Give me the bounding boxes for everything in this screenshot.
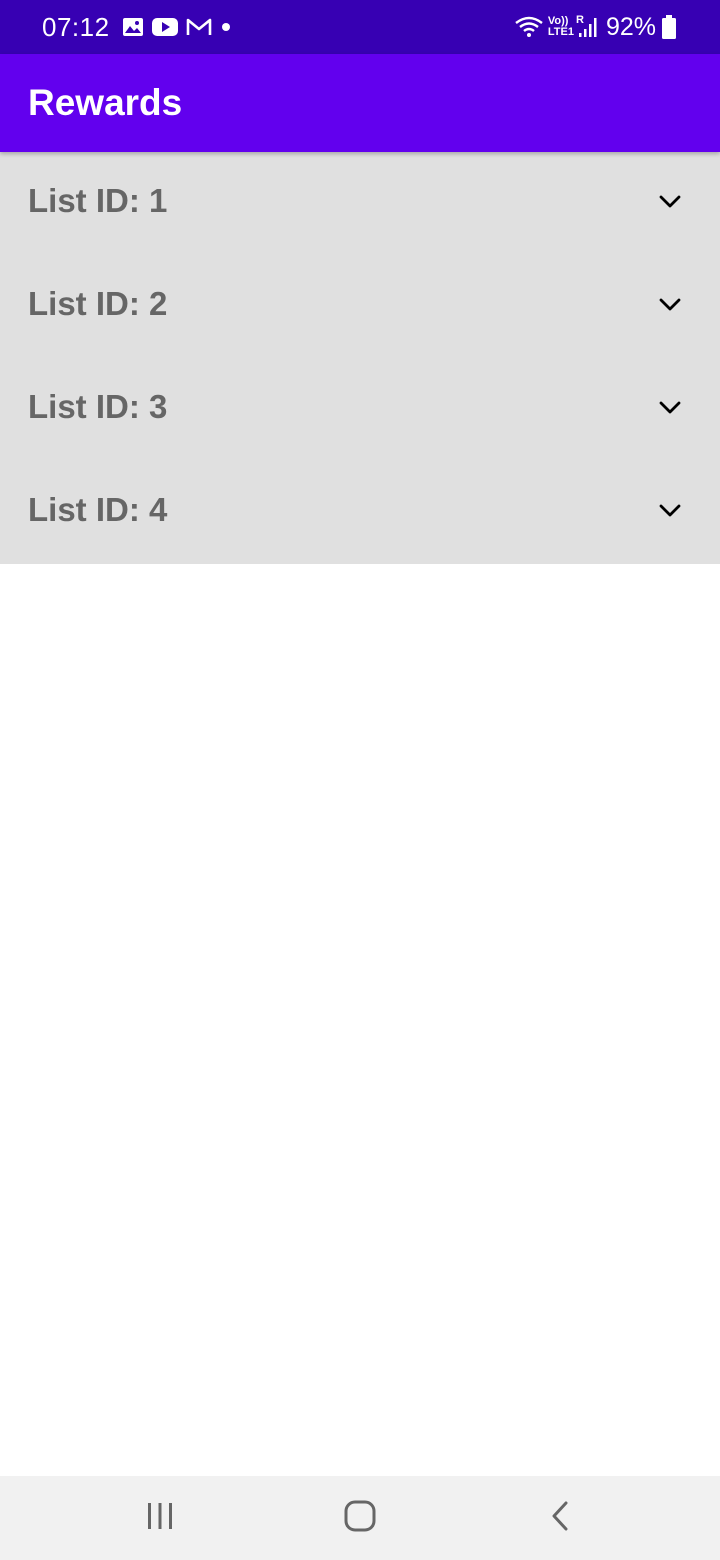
network-type: Vo)) LTE1 [548,16,574,38]
wifi-icon [514,15,544,39]
back-icon [550,1501,570,1536]
battery-icon [662,15,676,39]
list-item-label: List ID: 3 [28,387,168,425]
rewards-list: List ID: 1 List ID: 2 List ID: 3 List ID… [0,152,720,564]
list-item-1[interactable]: List ID: 1 [0,152,720,255]
chevron-down-icon[interactable] [656,393,684,421]
roaming-indicator: R [576,14,584,26]
status-time: 07:12 [42,11,110,42]
battery-percent: 92% [605,12,656,41]
youtube-icon [151,17,178,37]
list-item-4[interactable]: List ID: 4 [0,461,720,564]
gmail-icon [186,17,212,37]
list-item-label: List ID: 2 [28,284,168,322]
back-button[interactable] [510,1476,610,1560]
chevron-down-icon[interactable] [656,290,684,318]
status-right: Vo)) LTE1 R 92% [514,13,680,42]
list-item-label: List ID: 1 [28,181,168,219]
screen: 07:12 Vo)) LTE1 R 92% Rewards List ID: 1… [0,0,720,1560]
status-left: 07:12 [42,12,240,43]
chevron-down-icon[interactable] [656,496,684,524]
recent-apps-button[interactable] [110,1476,210,1560]
navigation-bar [0,1476,720,1560]
notification-dot-icon [220,21,232,33]
home-button[interactable] [310,1476,410,1560]
signal-icon: R [576,14,598,40]
list-item-2[interactable]: List ID: 2 [0,255,720,358]
recent-apps-icon [145,1502,175,1535]
gallery-icon [122,17,144,37]
list-item-label: List ID: 4 [28,490,168,528]
chevron-down-icon[interactable] [656,187,684,215]
home-icon [344,1500,376,1537]
app-bar: Rewards [0,54,720,152]
status-bar: 07:12 Vo)) LTE1 R 92% [0,0,720,54]
network-lte: LTE1 [547,26,574,38]
list-item-3[interactable]: List ID: 3 [0,358,720,461]
app-title: Rewards [28,82,183,123]
